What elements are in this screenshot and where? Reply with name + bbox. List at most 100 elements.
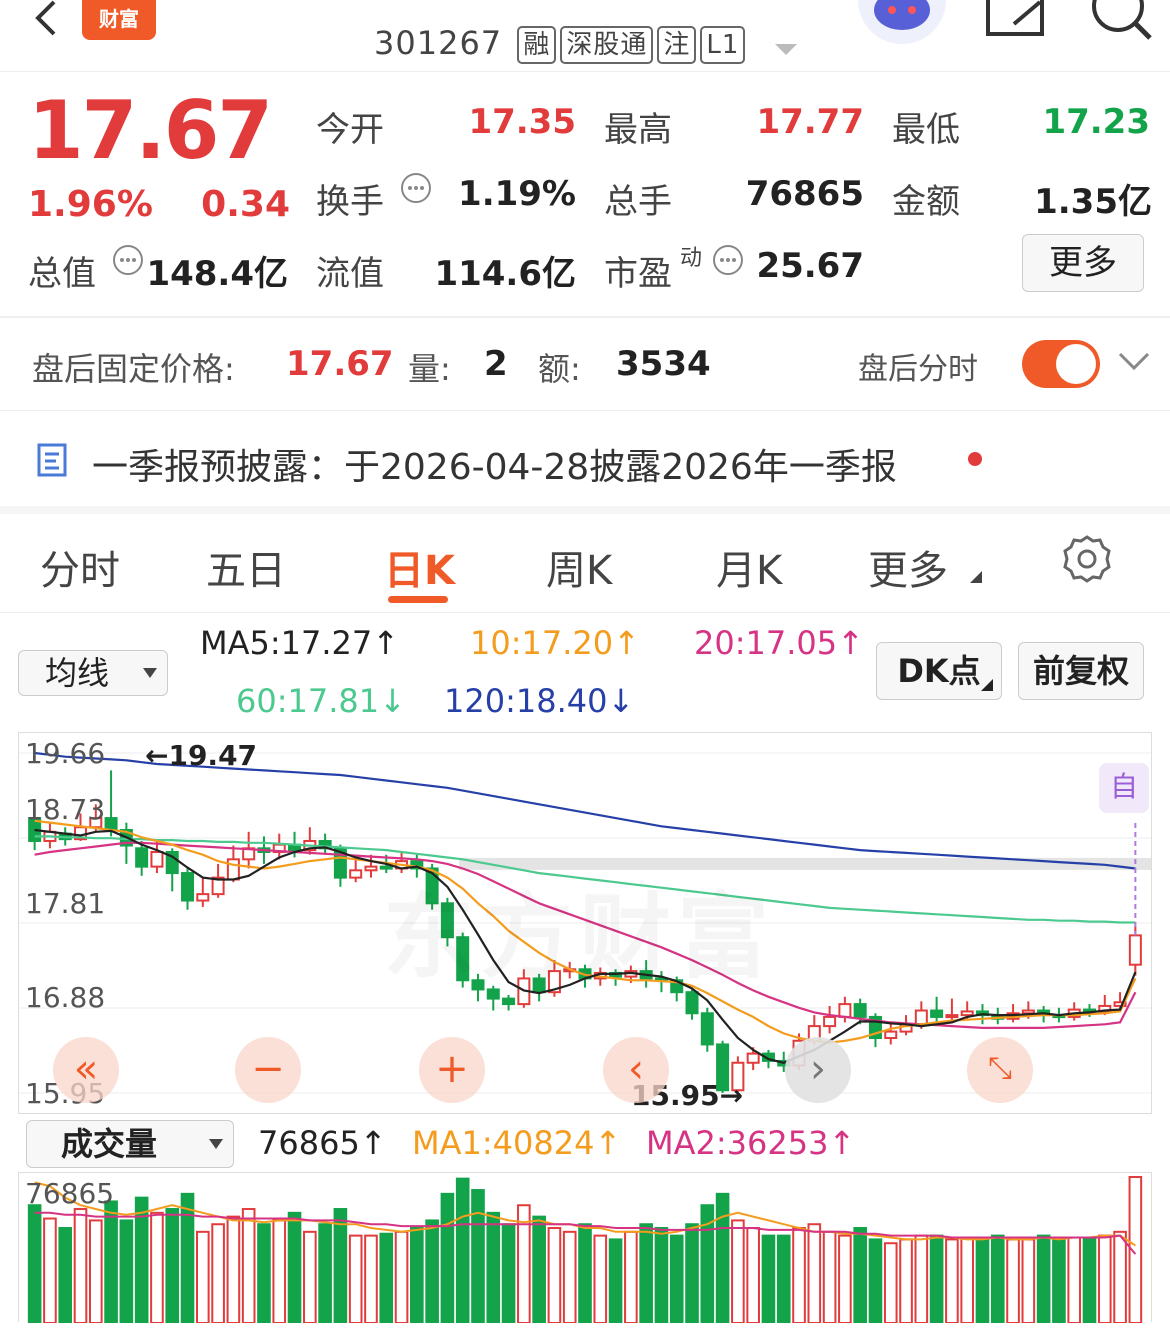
stat-label-low: 最低 bbox=[892, 110, 960, 150]
volume-bar bbox=[1052, 1238, 1066, 1323]
volume-bar bbox=[1021, 1238, 1036, 1323]
volume-bar bbox=[241, 1208, 256, 1323]
volume-bar bbox=[257, 1223, 271, 1323]
ma10-value: 10:17.20↑ bbox=[470, 624, 640, 662]
stat-value-pe: 25.67 bbox=[756, 246, 864, 286]
header-bar: 财富 301267 融深股通注 L1 bbox=[0, 0, 1170, 72]
candle bbox=[135, 847, 149, 868]
tab-active-indicator bbox=[388, 596, 448, 603]
more-button[interactable]: 更多 bbox=[1022, 234, 1144, 292]
volume-bar bbox=[914, 1234, 929, 1323]
volume-bar bbox=[899, 1238, 913, 1323]
volume-bar bbox=[792, 1227, 806, 1323]
stat-label-pe-sup: 动 bbox=[680, 246, 703, 271]
ma5-value: MA5:17.27↑ bbox=[200, 624, 400, 662]
volume-bar bbox=[731, 1219, 745, 1323]
candle bbox=[1021, 1009, 1035, 1015]
y-label-2: 18.73 bbox=[25, 793, 106, 826]
candle bbox=[945, 1014, 959, 1019]
stat-value-high: 17.77 bbox=[756, 102, 864, 142]
volume-bar bbox=[853, 1227, 867, 1323]
back-icon[interactable] bbox=[26, 0, 66, 40]
volume-bar bbox=[578, 1223, 592, 1323]
tab-monthly-k[interactable]: 月K bbox=[716, 538, 782, 596]
candle bbox=[181, 872, 195, 902]
tab-intraday[interactable]: 分时 bbox=[40, 538, 120, 596]
volume-bar bbox=[547, 1227, 562, 1323]
tab-daily-k[interactable]: 日K bbox=[384, 538, 455, 596]
adjust-button[interactable]: 前复权 bbox=[1018, 642, 1144, 700]
info-icon[interactable] bbox=[112, 244, 144, 280]
share-icon[interactable] bbox=[984, 0, 1048, 40]
tab-weekly-k[interactable]: 周K bbox=[546, 538, 612, 596]
candle bbox=[104, 817, 118, 831]
candle bbox=[196, 893, 210, 902]
kline-chart[interactable]: 东方财富 19.66 18.73 17.81 16.88 15.95 ←19.4… bbox=[18, 732, 1152, 1114]
tag-note[interactable]: 注 bbox=[657, 26, 697, 64]
volume-bar bbox=[654, 1227, 669, 1323]
volume-bar bbox=[486, 1211, 501, 1323]
fullscreen-icon[interactable]: ⤡ bbox=[967, 1037, 1033, 1103]
volume-bar bbox=[868, 1238, 883, 1323]
after-hours-amt-label: 额: bbox=[538, 350, 581, 388]
stat-value-float-cap: 114.6亿 bbox=[434, 254, 576, 294]
auto-scale-button[interactable]: 自 bbox=[1099, 763, 1149, 813]
info-icon[interactable] bbox=[400, 172, 432, 208]
ma120-value: 120:18.40↓ bbox=[444, 682, 635, 720]
volume-bar bbox=[1036, 1234, 1051, 1323]
notice-text[interactable]: 一季报预披露：于2026-04-28披露2026年一季报 bbox=[92, 438, 897, 490]
stat-value-open: 17.35 bbox=[468, 102, 576, 142]
after-hours-vol: 2 bbox=[484, 344, 508, 384]
chevron-down-icon[interactable] bbox=[1118, 352, 1150, 376]
volume-bar bbox=[272, 1219, 287, 1323]
volume-bar bbox=[58, 1227, 73, 1323]
candle bbox=[930, 1009, 944, 1018]
candle bbox=[349, 869, 363, 879]
tab-five-day[interactable]: 五日 bbox=[206, 538, 286, 596]
volume-bar bbox=[975, 1238, 990, 1323]
stock-code-row: 301267 融深股通注 L1 bbox=[374, 24, 797, 64]
volume-bar bbox=[364, 1234, 378, 1323]
candle bbox=[853, 1003, 867, 1018]
volume-bar bbox=[501, 1223, 516, 1323]
zoom-out-icon[interactable]: − bbox=[235, 1037, 301, 1103]
volume-bar bbox=[960, 1236, 975, 1323]
candle bbox=[838, 1003, 852, 1018]
search-icon[interactable] bbox=[1086, 0, 1156, 40]
volume-bar bbox=[303, 1230, 317, 1323]
candle bbox=[1128, 934, 1142, 966]
stat-value-turnover: 1.19% bbox=[458, 174, 576, 214]
last-price: 17.67 bbox=[28, 84, 273, 177]
volume-bar bbox=[333, 1208, 348, 1323]
y-label-1: 19.66 bbox=[25, 737, 106, 770]
after-hours-vol-label: 量: bbox=[408, 350, 451, 388]
stat-label-pe: 市盈 bbox=[604, 254, 672, 294]
volume-bar bbox=[669, 1234, 684, 1323]
volume-bar bbox=[1006, 1238, 1020, 1323]
after-hours-price: 17.67 bbox=[286, 344, 394, 384]
volume-chart[interactable]: 76865 bbox=[18, 1172, 1152, 1323]
dropdown-icon[interactable] bbox=[774, 26, 797, 64]
volume-bar bbox=[639, 1223, 653, 1323]
volume-bar bbox=[379, 1232, 394, 1323]
divider bbox=[0, 316, 1170, 318]
dk-point-button[interactable]: DK点 bbox=[876, 642, 1002, 700]
tag-connect: 深股通 bbox=[560, 26, 654, 64]
chevron-left-icon[interactable]: ‹ bbox=[603, 1037, 669, 1103]
settings-icon[interactable] bbox=[1062, 534, 1112, 588]
robot-avatar-icon[interactable] bbox=[858, 0, 946, 44]
candle bbox=[502, 997, 516, 1006]
indicator-select[interactable]: 均线 bbox=[18, 650, 168, 696]
candle bbox=[884, 1030, 898, 1040]
volume-bar bbox=[104, 1200, 118, 1323]
chevron-right-icon[interactable]: › bbox=[785, 1037, 851, 1103]
volume-bar bbox=[822, 1230, 837, 1323]
tag-level[interactable]: L1 bbox=[700, 26, 746, 64]
after-hours-toggle[interactable] bbox=[1022, 340, 1100, 388]
zoom-in-icon[interactable]: + bbox=[419, 1037, 485, 1103]
tab-more[interactable]: 更多 bbox=[868, 538, 948, 596]
volume-select[interactable]: 成交量 bbox=[26, 1120, 234, 1168]
rewind-icon[interactable]: « bbox=[53, 1037, 119, 1103]
volume-bar bbox=[73, 1208, 88, 1323]
volume-bar bbox=[150, 1211, 164, 1323]
